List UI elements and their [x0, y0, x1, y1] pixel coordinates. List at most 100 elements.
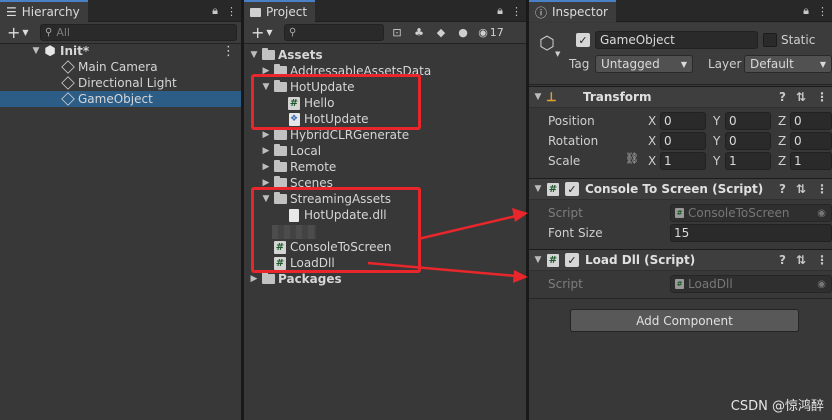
csharp-script-icon: #: [274, 256, 286, 270]
gameobject-icon[interactable]: ⬡: [539, 33, 555, 54]
expand-arrow-icon[interactable]: ▼: [30, 46, 42, 56]
enabled-checkbox[interactable]: ✓: [565, 253, 579, 267]
search-by-scene-icon[interactable]: ⊡: [388, 24, 406, 42]
hierarchy-toolbar: + ▼ ⚲ All: [0, 22, 241, 44]
layer-dropdown[interactable]: Default ▼: [744, 55, 832, 73]
folder-row[interactable]: ▶ Remote: [244, 159, 526, 175]
more-icon[interactable]: ⋮: [222, 44, 235, 59]
tab-project[interactable]: Project: [244, 0, 316, 22]
expand-arrow-icon[interactable]: ▶: [248, 274, 260, 284]
scale-y-field[interactable]: 1: [725, 152, 771, 170]
folder-open-icon: [272, 191, 288, 207]
value: 15: [674, 226, 690, 240]
position-y-field[interactable]: 0: [725, 112, 771, 130]
collapse-arrow-icon[interactable]: ▼: [529, 255, 547, 265]
position-x-field[interactable]: 0: [660, 112, 706, 130]
transform-header[interactable]: ▼ ⟂ Transform ? ⇅ ⋮: [529, 86, 832, 108]
more-icon[interactable]: ⋮: [816, 253, 828, 267]
folder-row[interactable]: ▶ Local: [244, 143, 526, 159]
preset-icon[interactable]: ⇅: [796, 182, 806, 196]
script-object-field[interactable]: # ConsoleToScreen ◉: [670, 204, 832, 222]
folder-row-assets[interactable]: ▼ Assets: [244, 47, 526, 63]
folder-row[interactable]: ▶ HybridCLRGenerate: [244, 127, 526, 143]
folder-row[interactable]: ▼ HotUpdate: [244, 79, 526, 95]
expand-arrow-icon[interactable]: ▼: [248, 50, 260, 60]
active-checkbox[interactable]: ✓: [576, 33, 590, 47]
help-icon[interactable]: ?: [779, 253, 786, 267]
tab-inspector[interactable]: ⓘ Inspector: [529, 0, 616, 22]
component-title: Load Dll (Script): [585, 253, 696, 267]
more-icon[interactable]: ⋮: [816, 90, 828, 104]
expand-arrow-icon[interactable]: ▶: [260, 130, 272, 140]
file-row[interactable]: ❖ HotUpdate: [244, 111, 526, 127]
console-to-screen-header[interactable]: ▼ # ✓ Console To Screen (Script) ? ⇅ ⋮: [529, 178, 832, 200]
csharp-script-icon: #: [675, 279, 684, 289]
script-object-field[interactable]: # LoadDll ◉: [670, 275, 832, 293]
collapse-arrow-icon[interactable]: ▼: [529, 184, 547, 194]
rotation-x-field[interactable]: 0: [660, 132, 706, 150]
preset-icon[interactable]: ⇅: [796, 90, 806, 104]
file-row[interactable]: HotUpdate.dll: [244, 207, 526, 223]
more-icon[interactable]: ⋮: [816, 182, 828, 196]
hierarchy-item[interactable]: Directional Light: [0, 75, 241, 91]
expand-arrow-icon[interactable]: ▶: [260, 66, 272, 76]
script-value: ConsoleToScreen: [688, 206, 790, 220]
create-button[interactable]: + ▼: [4, 23, 36, 42]
expand-arrow-icon[interactable]: ▶: [260, 162, 272, 172]
expand-arrow-icon[interactable]: ▼: [260, 194, 272, 204]
hierarchy-item[interactable]: Main Camera: [0, 59, 241, 75]
collapse-arrow-icon[interactable]: ▼: [529, 92, 547, 102]
assembly-definition-icon: ❖: [288, 112, 300, 126]
lock-icon[interactable]: 🔒︎: [212, 4, 218, 18]
more-icon[interactable]: ⋮: [226, 5, 237, 18]
folder-row[interactable]: ▼ StreamingAssets: [244, 191, 526, 207]
enabled-checkbox[interactable]: ✓: [565, 182, 579, 196]
project-search-input[interactable]: ⚲: [284, 24, 384, 41]
hierarchy-search-input[interactable]: ⚲ All: [40, 24, 237, 41]
position-z-field[interactable]: 0: [790, 112, 832, 130]
static-checkbox[interactable]: [763, 33, 777, 47]
component-controls: ? ⇅ ⋮: [779, 90, 828, 104]
tab-hierarchy[interactable]: ☰ Hierarchy: [0, 0, 88, 22]
filter-type-icon[interactable]: ♣: [410, 24, 428, 42]
file-row[interactable]: # ConsoleToScreen: [244, 239, 526, 255]
folder-icon: [272, 175, 288, 191]
link-icon[interactable]: ⛓: [625, 152, 639, 165]
scale-x-field[interactable]: 1: [660, 152, 706, 170]
lock-icon[interactable]: 🔒︎: [803, 4, 809, 18]
file-label: LoadDll: [290, 256, 335, 270]
expand-arrow-icon[interactable]: ▼: [260, 82, 272, 92]
object-picker-icon[interactable]: ◉: [817, 279, 826, 290]
more-icon[interactable]: ⋮: [817, 5, 828, 18]
hidden-packages-toggle[interactable]: ◉ 17: [476, 24, 506, 42]
file-row[interactable]: # Hello: [244, 95, 526, 111]
object-picker-icon[interactable]: ◉: [817, 208, 826, 219]
scale-z-field[interactable]: 1: [790, 152, 832, 170]
filter-label-icon[interactable]: ◆: [432, 24, 450, 42]
file-row[interactable]: # LoadDll: [244, 255, 526, 271]
rotation-y-field[interactable]: 0: [725, 132, 771, 150]
tag-dropdown[interactable]: Untagged ▼: [595, 55, 693, 73]
add-component-button[interactable]: Add Component: [570, 309, 799, 332]
scene-row[interactable]: ▼ ⬢ Init* ⋮: [0, 43, 241, 59]
help-icon[interactable]: ?: [779, 90, 786, 104]
create-button[interactable]: + ▼: [248, 23, 280, 42]
hierarchy-item-selected[interactable]: GameObject: [0, 91, 241, 107]
load-dll-header[interactable]: ▼ # ✓ Load Dll (Script) ? ⇅ ⋮: [529, 249, 832, 271]
lock-icon[interactable]: 🔒︎: [497, 4, 503, 18]
object-name-field[interactable]: GameObject: [595, 31, 758, 49]
value: 1: [664, 154, 672, 168]
expand-arrow-icon[interactable]: ▶: [260, 178, 272, 188]
folder-row[interactable]: ▶ AddressableAssetsData: [244, 63, 526, 79]
warning-icon[interactable]: ●: [454, 24, 472, 42]
csharp-script-icon: #: [675, 208, 684, 218]
help-icon[interactable]: ?: [779, 182, 786, 196]
rotation-z-field[interactable]: 0: [790, 132, 832, 150]
inspector-tabbar: ⓘ Inspector 🔒︎ ⋮: [529, 0, 832, 22]
folder-row-packages[interactable]: ▶ Packages: [244, 271, 526, 287]
preset-icon[interactable]: ⇅: [796, 253, 806, 267]
more-icon[interactable]: ⋮: [511, 5, 522, 18]
expand-arrow-icon[interactable]: ▶: [260, 146, 272, 156]
folder-row[interactable]: ▶ Scenes: [244, 175, 526, 191]
font-size-field[interactable]: 15: [670, 224, 832, 242]
